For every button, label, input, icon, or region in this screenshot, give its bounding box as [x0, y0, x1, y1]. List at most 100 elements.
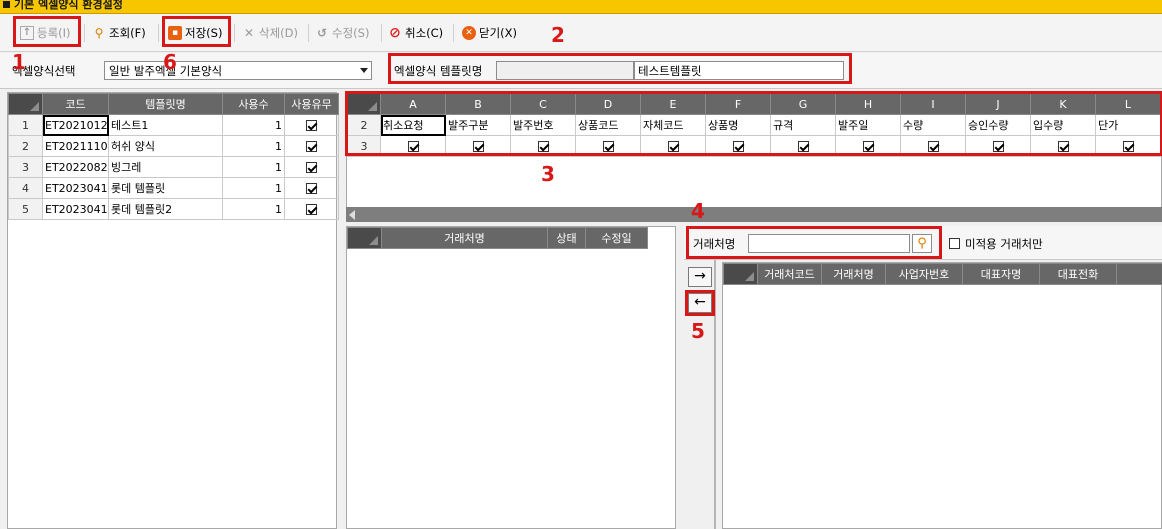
- include-cell[interactable]: [900, 135, 966, 157]
- include-cell[interactable]: [445, 135, 511, 157]
- column-header[interactable]: 코드: [42, 93, 109, 115]
- include-cell[interactable]: [835, 135, 901, 157]
- field-cell[interactable]: 상품코드: [575, 114, 641, 136]
- column-header-j[interactable]: J: [965, 93, 1031, 115]
- template-name-cell[interactable]: 빙그레: [108, 156, 223, 178]
- field-cell[interactable]: 입수량: [1030, 114, 1096, 136]
- vendor-search-button[interactable]: ⚲: [912, 234, 932, 253]
- close-button[interactable]: ✕ 닫기(X): [462, 24, 517, 42]
- delete-button[interactable]: ✕ 삭제(D): [242, 24, 298, 42]
- table-row[interactable]: 2 ET202111020 허쉬 양식 1: [8, 135, 339, 157]
- column-header[interactable]: 사업자번호: [885, 263, 963, 285]
- field-cell[interactable]: 발주일: [835, 114, 901, 136]
- template-code-field[interactable]: [496, 61, 634, 80]
- include-checkbox[interactable]: [797, 141, 809, 152]
- unapplied-only-checkbox[interactable]: [949, 238, 960, 249]
- grid-corner[interactable]: [8, 93, 43, 115]
- use-count-cell[interactable]: 1: [222, 198, 285, 220]
- column-header-f[interactable]: F: [705, 93, 771, 115]
- use-count-cell[interactable]: 1: [222, 135, 285, 157]
- column-header-l[interactable]: L: [1095, 93, 1161, 115]
- use-checkbox[interactable]: [306, 162, 317, 173]
- template-name-cell[interactable]: 롯데 템플릿: [108, 177, 223, 199]
- move-right-button[interactable]: →: [688, 267, 712, 287]
- field-cell[interactable]: 상품명: [705, 114, 771, 136]
- column-header-e[interactable]: E: [640, 93, 706, 115]
- include-cell[interactable]: [965, 135, 1031, 157]
- move-left-button[interactable]: ←: [688, 293, 712, 313]
- use-flag-cell[interactable]: [284, 177, 339, 199]
- include-cell[interactable]: [380, 135, 446, 157]
- use-checkbox[interactable]: [306, 141, 317, 152]
- column-header[interactable]: 대표전화: [1039, 263, 1117, 285]
- column-header-i[interactable]: I: [900, 93, 966, 115]
- column-header-h[interactable]: H: [835, 93, 901, 115]
- use-checkbox[interactable]: [306, 204, 317, 215]
- field-cell[interactable]: 발주번호: [510, 114, 576, 136]
- include-checkbox[interactable]: [602, 141, 614, 152]
- table-row[interactable]: 5 ET202304190 롯데 템플릿2 1: [8, 198, 339, 220]
- include-checkbox[interactable]: [472, 141, 484, 152]
- field-cell[interactable]: 승인수량: [965, 114, 1031, 136]
- field-cell[interactable]: 발주구분: [445, 114, 511, 136]
- include-checkbox[interactable]: [407, 141, 419, 152]
- column-header-a[interactable]: A: [380, 93, 446, 115]
- field-cell[interactable]: 취소요청: [380, 114, 446, 136]
- include-checkbox[interactable]: [537, 141, 549, 152]
- use-count-cell[interactable]: 1: [222, 156, 285, 178]
- column-header-d[interactable]: D: [575, 93, 641, 115]
- table-row[interactable]: 4 ET202304190 롯데 템플릿 1: [8, 177, 339, 199]
- use-count-cell[interactable]: 1: [222, 177, 285, 199]
- scroll-left-icon[interactable]: [349, 210, 355, 220]
- column-header-k[interactable]: K: [1030, 93, 1096, 115]
- template-name-field[interactable]: 테스트템플릿: [634, 61, 844, 80]
- include-cell[interactable]: [640, 135, 706, 157]
- column-header[interactable]: 수정일: [585, 227, 648, 249]
- template-name-cell[interactable]: 롯데 템플릿2: [108, 198, 223, 220]
- include-cell[interactable]: [1095, 135, 1161, 157]
- save-button[interactable]: ▪ 저장(S): [168, 24, 222, 42]
- column-header[interactable]: 사용수: [222, 93, 285, 115]
- include-checkbox[interactable]: [1057, 141, 1069, 152]
- column-header[interactable]: 템플릿명: [108, 93, 223, 115]
- template-name-cell[interactable]: 허쉬 양식: [108, 135, 223, 157]
- template-code-cell[interactable]: ET202101200: [42, 114, 109, 136]
- include-checkbox[interactable]: [927, 141, 939, 152]
- column-header[interactable]: 상태: [547, 227, 586, 249]
- include-cell[interactable]: [510, 135, 576, 157]
- use-flag-cell[interactable]: [284, 135, 339, 157]
- column-header-g[interactable]: G: [770, 93, 836, 115]
- include-checkbox[interactable]: [992, 141, 1004, 152]
- column-header[interactable]: 대표자명: [962, 263, 1040, 285]
- modify-button[interactable]: ↺ 수정(S): [315, 24, 369, 42]
- template-code-cell[interactable]: ET202111020: [42, 135, 109, 157]
- column-header-b[interactable]: B: [445, 93, 511, 115]
- include-cell[interactable]: [1030, 135, 1096, 157]
- include-checkbox[interactable]: [1122, 141, 1134, 152]
- include-checkbox[interactable]: [667, 141, 679, 152]
- column-header[interactable]: 거래처명: [821, 263, 886, 285]
- excel-form-select[interactable]: 일반 발주엑셀 기본양식: [104, 61, 372, 80]
- register-button[interactable]: ↑ 등록(I): [20, 24, 71, 42]
- grid-corner[interactable]: [723, 263, 758, 285]
- use-checkbox[interactable]: [306, 183, 317, 194]
- include-cell[interactable]: [770, 135, 836, 157]
- template-code-cell[interactable]: ET202208240: [42, 156, 109, 178]
- column-header[interactable]: 거래처코드: [757, 263, 822, 285]
- include-cell[interactable]: [575, 135, 641, 157]
- column-header-c[interactable]: C: [510, 93, 576, 115]
- horizontal-scrollbar[interactable]: [346, 207, 1162, 222]
- template-code-cell[interactable]: ET202304190: [42, 198, 109, 220]
- table-row[interactable]: 3 ET202208240 빙그레 1: [8, 156, 339, 178]
- use-flag-cell[interactable]: [284, 114, 339, 136]
- vendor-name-field[interactable]: [748, 234, 910, 253]
- grid-corner[interactable]: [347, 227, 382, 249]
- field-cell[interactable]: 단가: [1095, 114, 1161, 136]
- column-header[interactable]: 사용유무: [284, 93, 339, 115]
- use-flag-cell[interactable]: [284, 198, 339, 220]
- field-cell[interactable]: 규격: [770, 114, 836, 136]
- column-header[interactable]: 거래처명: [381, 227, 548, 249]
- cancel-button[interactable]: ⊘ 취소(C): [388, 24, 443, 42]
- template-code-cell[interactable]: ET202304190: [42, 177, 109, 199]
- field-cell[interactable]: 자체코드: [640, 114, 706, 136]
